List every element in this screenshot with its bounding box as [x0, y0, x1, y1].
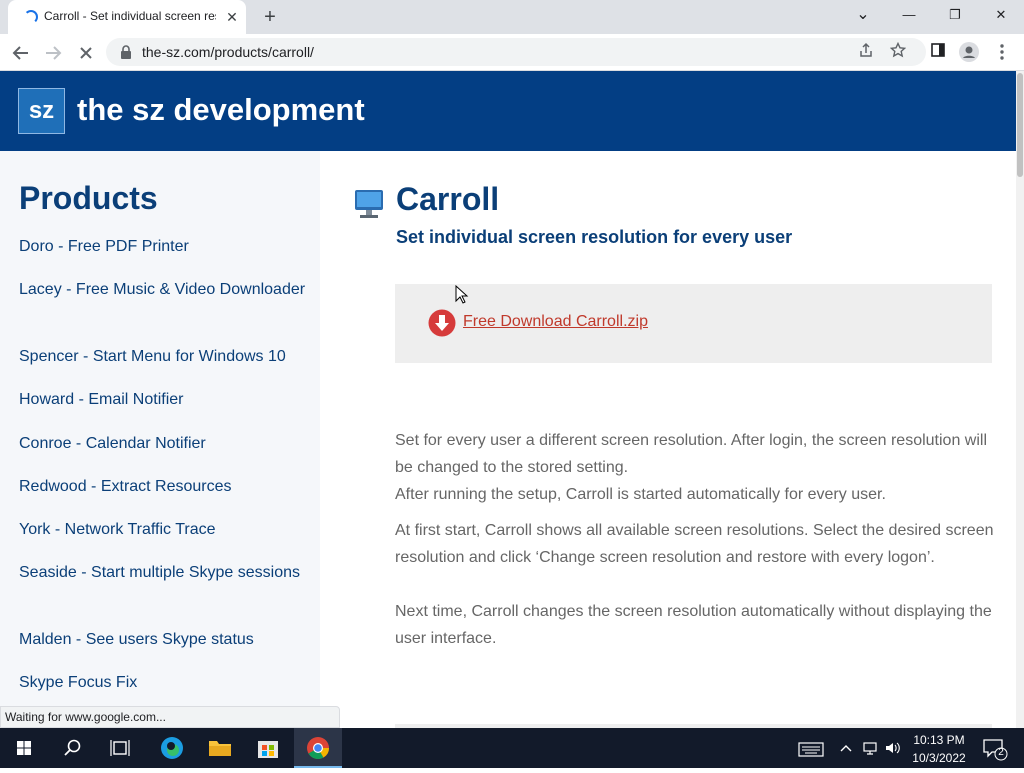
chrome-taskbar-button[interactable]: [294, 728, 342, 768]
sidebar-item-lacey[interactable]: Lacey - Free Music & Video Downloader: [19, 278, 309, 302]
sidebar-item-doro[interactable]: Doro - Free PDF Printer: [19, 235, 309, 259]
stop-button[interactable]: [73, 40, 99, 66]
store-icon: [258, 741, 278, 758]
mouse-cursor-icon: [455, 285, 469, 304]
download-link[interactable]: Free Download Carroll.zip: [463, 313, 648, 331]
file-explorer-button[interactable]: [200, 732, 240, 764]
monitor-icon: [355, 190, 383, 218]
page-subtitle: Set individual screen resolution for eve…: [396, 227, 793, 247]
share-icon[interactable]: [856, 42, 876, 62]
clock-time: 10:13 PM: [913, 733, 965, 747]
task-view-button[interactable]: [100, 732, 140, 764]
start-button[interactable]: [4, 732, 44, 764]
url-text[interactable]: the-sz.com/products/carroll/: [142, 44, 314, 60]
system-clock[interactable]: 10:13 PM 10/3/2022: [906, 731, 972, 767]
back-button[interactable]: [8, 40, 34, 66]
description-paragraph: Set for every user a different screen re…: [395, 432, 988, 476]
search-icon: [64, 739, 81, 756]
sidebar-item-skype-focus-fix[interactable]: Skype Focus Fix: [19, 671, 309, 695]
forward-arrow-icon: [46, 46, 62, 60]
sidebar-item-york[interactable]: York - Network Traffic Trace: [19, 518, 309, 542]
sidebar-item-redwood[interactable]: Redwood - Extract Resources: [19, 475, 309, 499]
description-paragraph: At first start, Carroll shows all availa…: [395, 522, 994, 566]
store-button[interactable]: [248, 732, 288, 764]
status-text: Waiting for www.google.com...: [5, 710, 166, 724]
close-window-button[interactable]: ✕: [978, 0, 1024, 32]
stop-icon: [80, 47, 92, 59]
new-tab-button[interactable]: +: [258, 5, 282, 29]
task-view-icon: [110, 740, 130, 756]
site-logo[interactable]: sz: [18, 88, 65, 134]
tab-title: Carroll - Set individual screen res: [44, 9, 216, 23]
input-indicator-icon[interactable]: [798, 740, 824, 761]
folder-icon: [209, 741, 231, 756]
edge-icon: [161, 737, 183, 759]
tab-close-button[interactable]: ✕: [222, 7, 242, 27]
loading-spinner-icon: [24, 10, 38, 24]
notification-count: 2: [998, 747, 1004, 758]
chrome-icon: [307, 737, 329, 759]
sidebar-item-howard[interactable]: Howard - Email Notifier: [19, 388, 309, 412]
notification-center-button[interactable]: 2: [980, 734, 1008, 762]
clock-date: 10/3/2022: [912, 751, 966, 765]
description-paragraph: Next time, Carroll changes the screen re…: [395, 603, 992, 647]
sidebar-item-malden[interactable]: Malden - See users Skype status: [19, 628, 309, 652]
forward-button[interactable]: [40, 40, 66, 66]
sidebar-item-conroe[interactable]: Conroe - Calendar Notifier: [19, 432, 309, 456]
edge-button[interactable]: [152, 732, 192, 764]
volume-icon[interactable]: [884, 740, 902, 759]
tab-search-button[interactable]: ⌄: [840, 0, 886, 32]
profile-avatar-icon[interactable]: [959, 42, 979, 62]
lock-icon[interactable]: [120, 45, 132, 59]
network-icon[interactable]: [862, 740, 880, 759]
sidebar-item-spencer[interactable]: Spencer - Start Menu for Windows 10: [19, 345, 309, 369]
page-title: Carroll: [396, 181, 500, 217]
side-panel-icon[interactable]: [928, 42, 948, 62]
sidebar-item-seaside[interactable]: Seaside - Start multiple Skype sessions: [19, 561, 309, 585]
description-paragraph: After running the setup, Carroll is star…: [395, 486, 886, 503]
back-arrow-icon: [12, 46, 28, 60]
search-button[interactable]: [52, 732, 92, 764]
menu-dots-icon[interactable]: [992, 42, 1012, 62]
restore-button[interactable]: ❐: [932, 0, 978, 32]
sidebar-heading: Products: [19, 180, 158, 216]
download-icon[interactable]: [428, 309, 456, 337]
scrollbar-thumb[interactable]: [1017, 73, 1023, 177]
bookmark-star-icon[interactable]: [888, 41, 908, 62]
minimize-button[interactable]: —: [886, 0, 932, 32]
chevron-up-icon[interactable]: [838, 740, 854, 759]
windows-logo-icon: [17, 741, 31, 755]
site-title[interactable]: the sz development: [77, 92, 365, 128]
